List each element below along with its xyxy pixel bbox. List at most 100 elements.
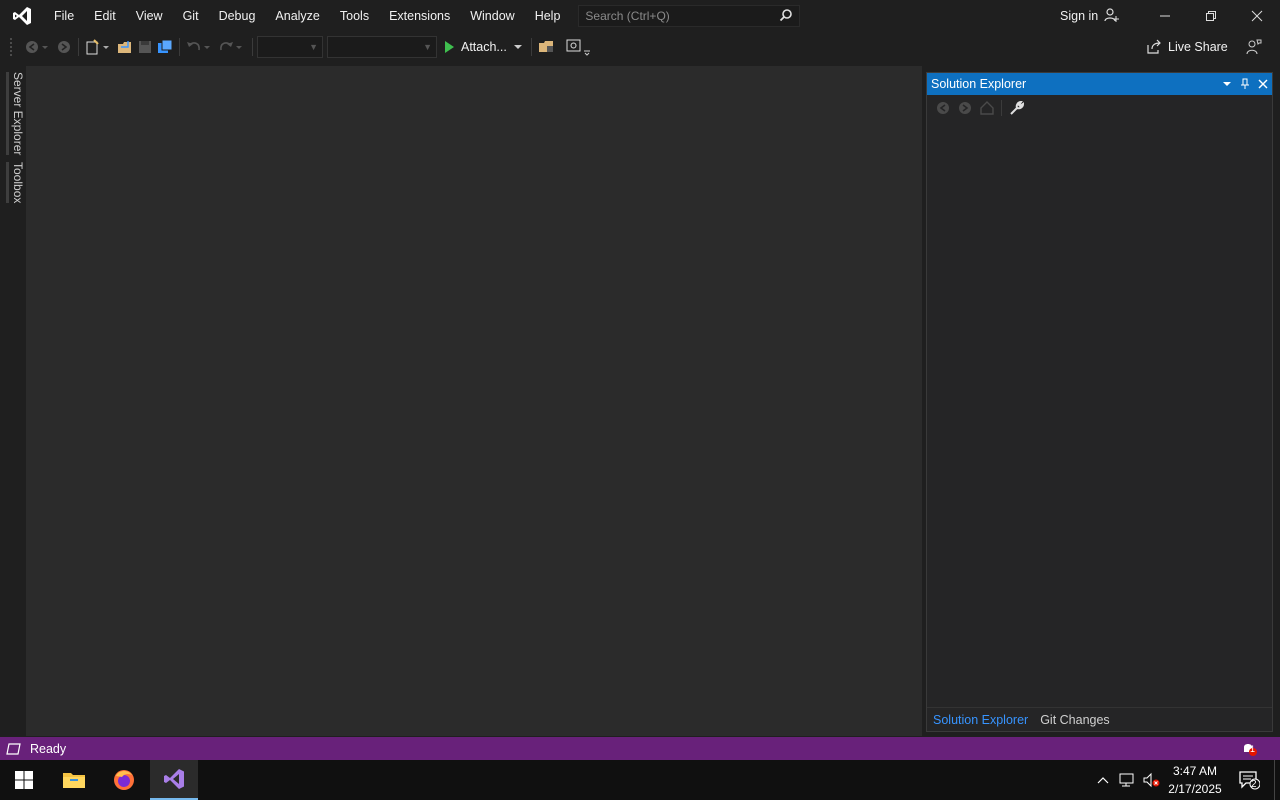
menu-extensions[interactable]: Extensions <box>379 0 460 32</box>
share-icon <box>1147 39 1161 54</box>
solution-tree[interactable] <box>927 121 1272 709</box>
standard-toolbar: ▼ ▼ Attach... Live Share <box>0 32 1280 62</box>
solution-platform-dropdown[interactable]: ▼ <box>327 36 437 58</box>
forward-arrow-icon <box>58 41 70 53</box>
notifications-button[interactable]: 1 <box>1240 739 1262 759</box>
toolbar-separator <box>1001 100 1002 116</box>
save-all-button[interactable] <box>157 36 173 58</box>
navigate-back-button[interactable] <box>24 36 52 58</box>
toolbox-tab[interactable]: Toolbox <box>6 162 25 204</box>
navigate-forward-button[interactable] <box>56 36 72 58</box>
left-tool-window-tabs: Server Explorer Toolbox <box>0 66 26 736</box>
taskbar-firefox[interactable] <box>100 760 148 800</box>
network-button[interactable] <box>1116 760 1138 800</box>
network-icon <box>1119 773 1134 787</box>
solution-explorer-tabs: Solution Explorer Git Changes <box>927 707 1272 731</box>
undo-icon <box>187 42 210 51</box>
new-project-icon <box>86 39 109 55</box>
volume-button[interactable] <box>1140 760 1162 800</box>
account-icon <box>1104 7 1120 26</box>
show-hidden-icons-button[interactable] <box>1092 760 1114 800</box>
show-desktop-button[interactable] <box>1274 760 1280 800</box>
close-icon <box>1251 10 1263 22</box>
menu-view[interactable]: View <box>126 0 173 32</box>
camera-icon <box>566 39 590 56</box>
toolbar-separator <box>530 38 532 56</box>
action-center-button[interactable]: 2 <box>1234 760 1264 800</box>
play-icon <box>445 41 454 53</box>
menu-file[interactable]: File <box>44 0 84 32</box>
menu-tools[interactable]: Tools <box>330 0 379 32</box>
menu-edit[interactable]: Edit <box>84 0 126 32</box>
chevron-down-icon: ▼ <box>423 42 432 52</box>
menu-bar: File Edit View Git Debug Analyze Tools E… <box>44 0 570 32</box>
feedback-button[interactable] <box>1244 36 1262 58</box>
title-bar: File Edit View Git Debug Analyze Tools E… <box>0 0 1280 32</box>
tab-git-changes[interactable]: Git Changes <box>1034 708 1115 732</box>
open-file-button[interactable] <box>117 36 133 58</box>
restore-button[interactable] <box>1188 0 1234 32</box>
taskbar-file-explorer[interactable] <box>50 760 98 800</box>
start-button[interactable] <box>0 760 48 800</box>
live-share-button[interactable]: Live Share <box>1146 32 1228 62</box>
undo-button[interactable] <box>186 36 214 58</box>
clock[interactable]: 3:47 AM 2/17/2025 <box>1162 762 1228 798</box>
forward-arrow-icon[interactable] <box>957 100 973 116</box>
minimize-icon <box>1160 15 1170 17</box>
visual-studio-icon <box>164 769 184 789</box>
toolbar-grip[interactable] <box>10 38 22 56</box>
chevron-up-icon <box>1097 777 1109 784</box>
menu-analyze[interactable]: Analyze <box>265 0 329 32</box>
screenshot-button[interactable] <box>566 36 592 58</box>
feedback-icon <box>1246 39 1262 55</box>
taskbar-visual-studio[interactable] <box>150 760 198 800</box>
chevron-down-icon[interactable] <box>513 42 523 52</box>
toolbar-separator <box>179 38 180 56</box>
redo-icon <box>220 42 242 51</box>
volume-muted-icon <box>1143 772 1160 788</box>
menu-git[interactable]: Git <box>173 0 209 32</box>
server-explorer-tab[interactable]: Server Explorer <box>6 72 25 156</box>
toolbar-separator <box>252 38 253 56</box>
save-button[interactable] <box>137 36 153 58</box>
search-input[interactable]: Search (Ctrl+Q) <box>578 5 801 27</box>
solution-explorer-panel: Solution Explorer Solution Explorer Git … <box>926 72 1273 732</box>
minimize-button[interactable] <box>1142 0 1188 32</box>
chevron-down-icon: ▼ <box>309 42 318 52</box>
status-text: Ready <box>30 741 67 756</box>
solution-explorer-header[interactable]: Solution Explorer <box>927 73 1272 95</box>
back-arrow-icon[interactable] <box>935 100 951 116</box>
menu-window[interactable]: Window <box>460 0 524 32</box>
editor-area[interactable] <box>26 66 922 736</box>
bell-icon <box>1244 744 1257 756</box>
wrench-icon[interactable] <box>1008 100 1024 116</box>
search-placeholder: Search (Ctrl+Q) <box>585 9 670 23</box>
visual-studio-logo-icon[interactable] <box>0 0 44 32</box>
open-folder-icon <box>118 41 131 53</box>
restore-icon <box>1206 11 1216 21</box>
attach-button[interactable]: Attach... <box>443 40 523 54</box>
close-icon[interactable] <box>1258 79 1268 89</box>
menu-debug[interactable]: Debug <box>209 0 266 32</box>
solution-explorer-title: Solution Explorer <box>931 77 1027 91</box>
menu-help[interactable]: Help <box>525 0 571 32</box>
home-icon[interactable] <box>979 100 995 116</box>
clock-time: 3:47 AM <box>1172 764 1218 778</box>
tab-solution-explorer[interactable]: Solution Explorer <box>927 708 1034 732</box>
status-bar: Ready 1 <box>0 737 1280 760</box>
windows-logo-icon <box>15 771 33 789</box>
clock-date: 2/17/2025 <box>1168 782 1222 796</box>
pin-icon[interactable] <box>1240 78 1250 90</box>
save-all-icon <box>158 39 173 53</box>
attach-label: Attach... <box>461 40 507 54</box>
close-window-button[interactable] <box>1234 0 1280 32</box>
search-icon[interactable] <box>779 8 793 25</box>
save-icon <box>139 41 151 53</box>
chevron-down-icon[interactable] <box>1222 79 1232 89</box>
sign-in-button[interactable]: Sign in <box>1060 0 1120 32</box>
new-project-button[interactable] <box>85 36 113 58</box>
redo-button[interactable] <box>218 36 246 58</box>
browse-folder-button[interactable] <box>538 36 556 58</box>
firefox-icon <box>114 770 134 790</box>
solution-configuration-dropdown[interactable]: ▼ <box>257 36 323 58</box>
